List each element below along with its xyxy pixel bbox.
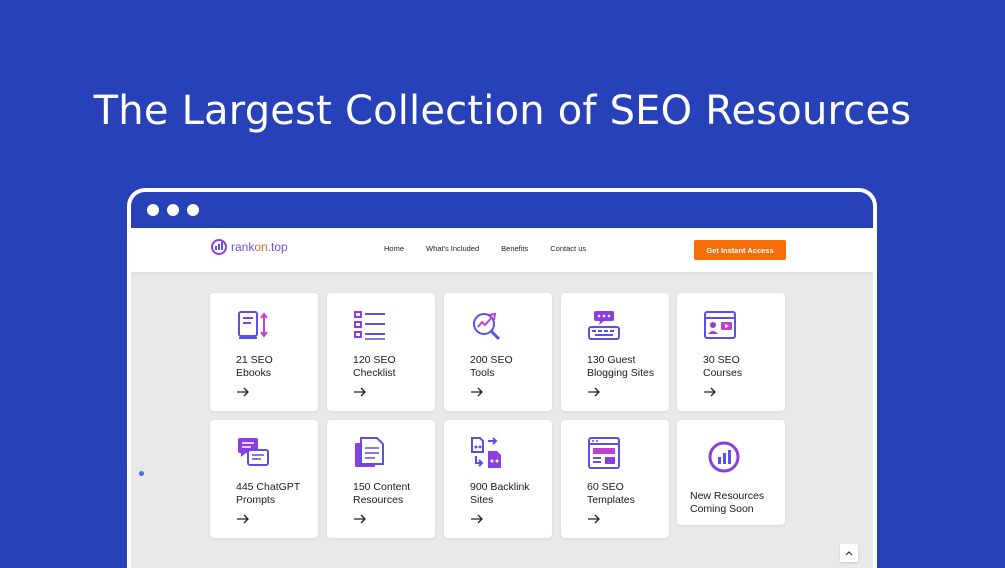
- card-chatgpt-prompts[interactable]: 445 ChatGPT Prompts: [210, 420, 318, 538]
- card-label: 200 SEO Tools: [470, 354, 513, 379]
- navbar: rankon.top Home What's Included Benefits…: [131, 228, 873, 272]
- card-checklist[interactable]: 120 SEO Checklist: [327, 293, 435, 411]
- ebook-icon: [238, 311, 268, 339]
- courses-icon: [704, 311, 736, 339]
- logo-chart-icon: [211, 239, 227, 255]
- card-label: 120 SEO Checklist: [353, 354, 396, 379]
- card-label: 21 SEO Ebooks: [236, 354, 273, 379]
- card-label: 60 SEO Templates: [587, 481, 635, 506]
- arrow-right-icon: [588, 514, 600, 524]
- nav-links: Home What's Included Benefits Contact us: [384, 244, 586, 253]
- backlink-icon: [471, 437, 501, 468]
- nav-link-home[interactable]: Home: [384, 244, 404, 253]
- card-courses[interactable]: 30 SEO Courses: [677, 293, 785, 411]
- arrow-right-icon: [354, 387, 366, 397]
- guest-blogging-icon: [588, 311, 620, 340]
- get-instant-access-button[interactable]: Get Instant Access: [694, 240, 786, 260]
- window-controls: [147, 204, 199, 216]
- card-label: 900 Backlink Sites: [470, 481, 530, 506]
- headline: The Largest Collection of SEO Resources: [93, 88, 912, 134]
- card-templates[interactable]: 60 SEO Templates: [561, 420, 669, 538]
- arrow-right-icon: [471, 387, 483, 397]
- checklist-icon: [354, 311, 385, 340]
- card-ebooks[interactable]: 21 SEO Ebooks: [210, 293, 318, 411]
- nav-link-whats-included[interactable]: What's Included: [426, 244, 479, 253]
- seo-tools-icon: [473, 312, 501, 341]
- chevron-up-icon: [845, 551, 853, 556]
- chart-circle-icon: [708, 441, 740, 473]
- window-dot-icon: [147, 204, 159, 216]
- templates-icon: [588, 437, 620, 469]
- side-indicator-dot: [139, 471, 144, 476]
- content-resources-icon: [355, 437, 384, 467]
- arrow-right-icon: [354, 514, 366, 524]
- nav-link-contact[interactable]: Contact us: [550, 244, 586, 253]
- card-coming-soon: New Resources Coming Soon: [677, 420, 785, 525]
- logo[interactable]: rankon.top: [211, 239, 288, 255]
- window-dot-icon: [187, 204, 199, 216]
- card-backlink-sites[interactable]: 900 Backlink Sites: [444, 420, 552, 538]
- arrow-right-icon: [704, 387, 716, 397]
- logo-text: rankon.top: [231, 240, 288, 254]
- arrow-right-icon: [471, 514, 483, 524]
- card-label: 130 Guest Blogging Sites: [587, 354, 655, 379]
- nav-link-benefits[interactable]: Benefits: [501, 244, 528, 253]
- card-guest-blogging[interactable]: 130 Guest Blogging Sites: [561, 293, 669, 411]
- arrow-right-icon: [588, 387, 600, 397]
- scroll-to-top-button[interactable]: [840, 544, 858, 562]
- window-dot-icon: [167, 204, 179, 216]
- card-tools[interactable]: 200 SEO Tools: [444, 293, 552, 411]
- card-content-resources[interactable]: 150 Content Resources: [327, 420, 435, 538]
- card-label: 30 SEO Courses: [703, 354, 743, 379]
- card-label: 150 Content Resources: [353, 481, 411, 506]
- arrow-right-icon: [237, 514, 249, 524]
- card-label: New Resources Coming Soon: [690, 490, 765, 515]
- card-label: 445 ChatGPT Prompts: [236, 481, 301, 506]
- chat-prompts-icon: [238, 438, 269, 466]
- arrow-right-icon: [237, 387, 249, 397]
